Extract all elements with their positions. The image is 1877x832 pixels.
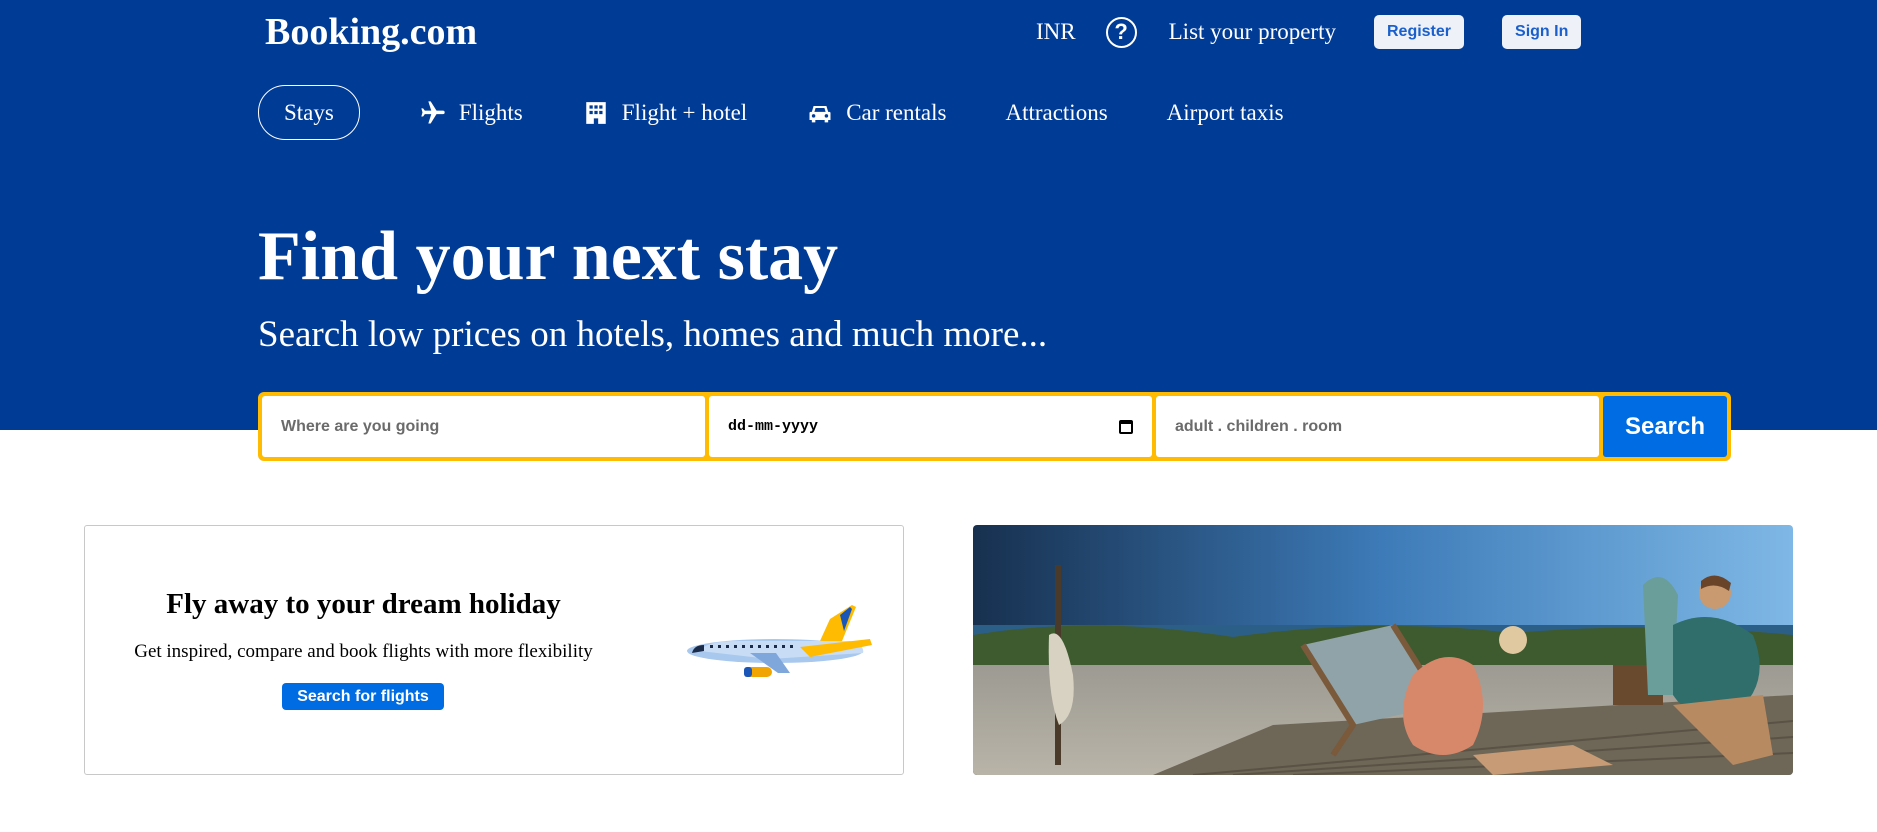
promo-title: Fly away to your dream holiday xyxy=(166,588,561,620)
nav-tab-attractions[interactable]: Attractions xyxy=(1005,86,1107,139)
airplane-icon xyxy=(419,99,447,127)
list-property-link[interactable]: List your property xyxy=(1169,19,1336,45)
date-value: dd-mm-yyyy xyxy=(728,418,819,435)
nav-tab-label: Airport taxis xyxy=(1166,99,1284,125)
calendar-icon[interactable] xyxy=(1119,419,1133,434)
site-logo[interactable]: Booking.com xyxy=(265,10,477,54)
date-input[interactable]: dd-mm-yyyy xyxy=(709,396,1152,457)
search-bar: Where are you going dd-mm-yyyy adult . c… xyxy=(258,392,1731,461)
nav-tab-stays[interactable]: Stays xyxy=(258,85,360,140)
guests-input[interactable]: adult . children . room xyxy=(1156,396,1599,457)
destination-input[interactable]: Where are you going xyxy=(262,396,705,457)
hero-subtitle: Search low prices on hotels, homes and m… xyxy=(258,314,1048,355)
sign-in-button[interactable]: Sign In xyxy=(1502,15,1582,49)
register-button[interactable]: Register xyxy=(1373,15,1465,49)
currency-selector[interactable]: INR xyxy=(1036,19,1076,45)
nav-tab-airport-taxis[interactable]: Airport taxis xyxy=(1167,86,1284,139)
search-flights-button[interactable]: Search for flights xyxy=(282,683,444,710)
airplane-illustration xyxy=(687,605,872,677)
nav-tab-label: Flights xyxy=(458,99,523,125)
nav-tab-label: Stays xyxy=(284,99,334,125)
search-button[interactable]: Search xyxy=(1603,396,1727,457)
nav-tab-label: Flight + hotel xyxy=(621,99,748,125)
nav-tab-label: Car rentals xyxy=(846,99,947,125)
help-icon[interactable]: ? xyxy=(1105,16,1137,48)
beach-photo xyxy=(973,525,1793,775)
nav-tab-flight-hotel[interactable]: Flight + hotel xyxy=(582,86,747,139)
promo-subtitle: Get inspired, compare and book flights w… xyxy=(134,641,593,662)
hotel-icon xyxy=(582,99,610,127)
nav-tab-car-rentals[interactable]: Car rentals xyxy=(806,86,946,139)
guests-placeholder: adult . children . room xyxy=(1175,417,1343,435)
destination-placeholder: Where are you going xyxy=(281,417,440,435)
car-icon xyxy=(806,99,834,127)
header-actions: INR ? List your property Register Sign I… xyxy=(1036,12,1582,52)
hero-banner: Booking.com INR ? List your property Reg… xyxy=(0,0,1877,430)
flights-promo-card: Fly away to your dream holiday Get inspi… xyxy=(84,525,904,775)
nav-tab-flights[interactable]: Flights xyxy=(419,86,523,139)
nav-tab-label: Attractions xyxy=(1005,99,1108,125)
hero-title: Find your next stay xyxy=(258,218,839,295)
main-nav: Stays Flights Flight + hotel Car rentals… xyxy=(258,85,1343,140)
